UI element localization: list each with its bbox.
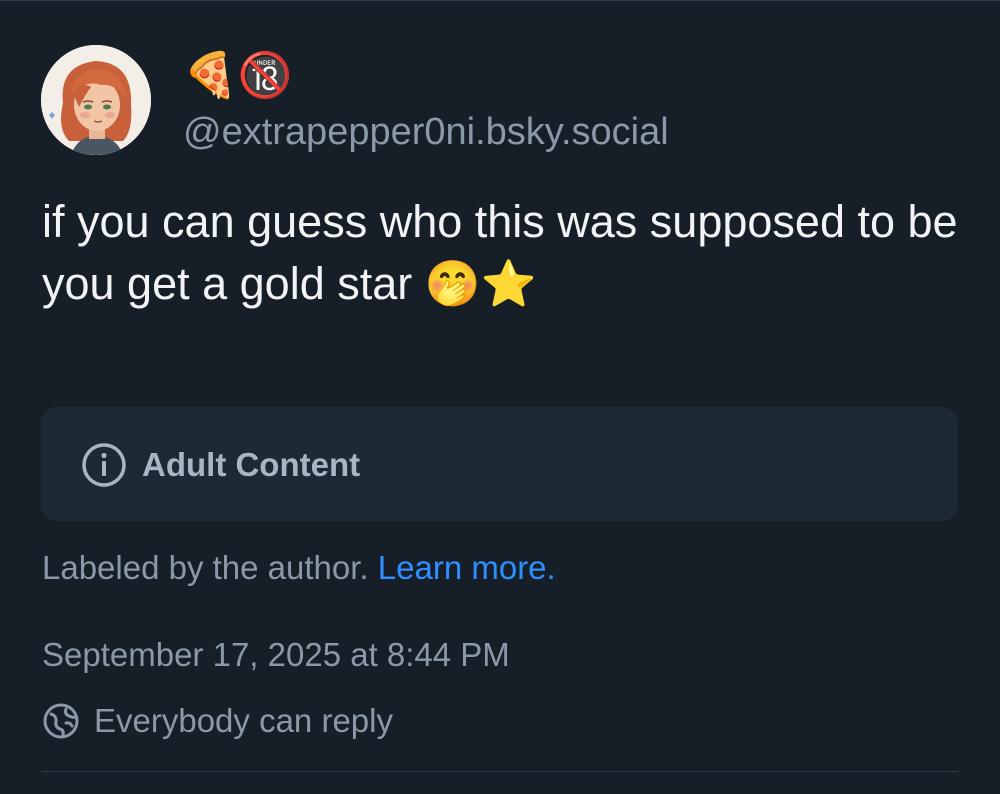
author-display-name[interactable]: 🍕🔞: [183, 45, 293, 107]
content-warning-button[interactable]: Adult Content: [41, 407, 958, 521]
label-note: Labeled by the author. Learn more.: [42, 546, 556, 590]
info-icon: [82, 443, 126, 487]
post-text: if you can guess who this was supposed t…: [42, 196, 958, 309]
post-timestamp: September 17, 2025 at 8:44 PM: [42, 636, 510, 673]
divider: [41, 771, 958, 772]
author-handle[interactable]: @extrapepper0ni.bsky.social: [183, 109, 669, 155]
globe-icon: [43, 703, 79, 739]
reply-setting[interactable]: Everybody can reply: [42, 699, 393, 743]
label-note-text: Labeled by the author.: [42, 549, 369, 586]
post-thread-view: 🍕🔞 @extrapepper0ni.bsky.social if you ca…: [0, 0, 1000, 794]
content-warning-label: Adult Content: [142, 446, 361, 483]
learn-more-link[interactable]: Learn more.: [378, 549, 556, 586]
reply-setting-label: Everybody can reply: [94, 702, 393, 739]
avatar-illustration: [41, 45, 151, 155]
avatar[interactable]: [41, 45, 151, 155]
